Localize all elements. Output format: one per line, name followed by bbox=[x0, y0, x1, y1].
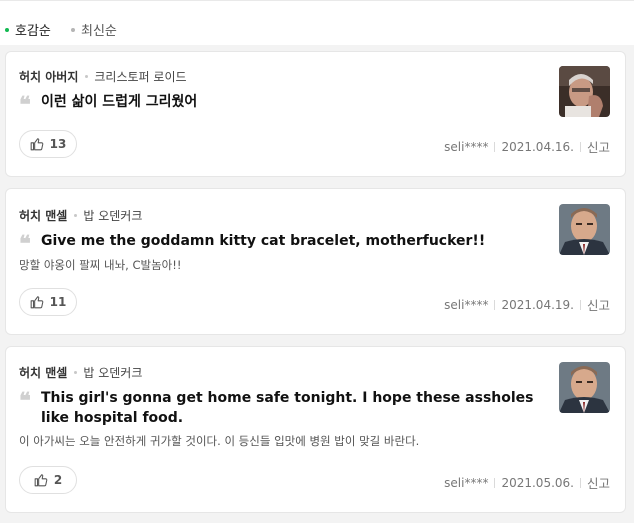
character-name[interactable]: 허치 맨셀 bbox=[19, 207, 67, 224]
quote-mark-icon: ❝ bbox=[19, 388, 31, 414]
sort-by-latest-label: 최신순 bbox=[81, 24, 117, 39]
sort-bar: 호감순 최신순 bbox=[0, 0, 634, 45]
like-button[interactable]: 13 bbox=[19, 130, 77, 158]
man-in-suit-photo-icon bbox=[559, 204, 610, 255]
review-card: 허치 맨셀 밥 오덴커크 ❝ Give me the goddamn kitty… bbox=[5, 188, 626, 335]
separator-dot bbox=[74, 214, 78, 217]
review-footer: seli**** 2021.04.16. 신고 bbox=[444, 137, 610, 156]
user-id: seli**** bbox=[444, 475, 489, 490]
like-count: 11 bbox=[49, 295, 67, 309]
separator-dot bbox=[74, 371, 78, 374]
divider bbox=[579, 299, 581, 310]
divider bbox=[494, 299, 496, 310]
thumbs-up-icon bbox=[30, 296, 43, 309]
like-button[interactable]: 2 bbox=[19, 466, 77, 494]
like-button[interactable]: 11 bbox=[19, 288, 77, 316]
quote-text: 이런 삶이 드럽게 그리웠어 bbox=[41, 94, 198, 110]
thumbs-up-icon bbox=[34, 474, 48, 487]
report-button[interactable]: 신고 bbox=[587, 473, 610, 492]
avatar[interactable] bbox=[559, 66, 610, 117]
like-count: 2 bbox=[53, 473, 63, 487]
review-quote: ❝ This girl's gonna get home safe tonigh… bbox=[19, 388, 535, 428]
divider bbox=[579, 141, 581, 152]
review-quote: ❝ Give me the goddamn kitty cat bracelet… bbox=[19, 231, 535, 257]
active-dot-icon bbox=[5, 27, 9, 32]
old-man-photo-icon bbox=[559, 66, 610, 117]
report-button[interactable]: 신고 bbox=[587, 137, 610, 156]
quote-translation: 이 아가씨는 오늘 안전하게 귀가할 것이다. 이 등신들 입맛에 병원 밥이 … bbox=[19, 434, 420, 448]
actor-name[interactable]: 크리스토퍼 로이드 bbox=[94, 68, 186, 85]
character-name[interactable]: 허치 맨셀 bbox=[19, 364, 67, 381]
user-id: seli**** bbox=[444, 297, 489, 312]
thumbs-up-icon bbox=[30, 138, 43, 151]
character-name[interactable]: 허치 아버지 bbox=[19, 68, 78, 85]
review-meta: 허치 맨셀 밥 오덴커크 bbox=[19, 207, 142, 224]
sort-by-likes-tab[interactable]: 호감순 bbox=[5, 20, 51, 39]
sort-by-latest-tab[interactable]: 최신순 bbox=[71, 20, 117, 39]
quote-text: Give me the goddamn kitty cat bracelet, … bbox=[41, 233, 486, 249]
divider bbox=[494, 141, 496, 152]
report-button[interactable]: 신고 bbox=[587, 295, 610, 314]
avatar[interactable] bbox=[559, 204, 610, 255]
avatar[interactable] bbox=[559, 362, 610, 413]
review-meta: 허치 맨셀 밥 오덴커크 bbox=[19, 364, 142, 381]
review-footer: seli**** 2021.04.19. 신고 bbox=[444, 295, 610, 314]
actor-name[interactable]: 밥 오덴커크 bbox=[83, 207, 142, 224]
review-meta: 허치 아버지 크리스토퍼 로이드 bbox=[19, 68, 187, 85]
sort-by-likes-label: 호감순 bbox=[15, 24, 51, 39]
review-card: 허치 아버지 크리스토퍼 로이드 ❝ 이런 삶이 드럽게 그리웠어 13 sel… bbox=[5, 51, 626, 177]
review-date: 2021.04.19. bbox=[501, 297, 574, 312]
quote-text: This girl's gonna get home safe tonight.… bbox=[41, 390, 534, 426]
quote-translation: 망할 야옹이 팔찌 내놔, C발놈아!! bbox=[19, 258, 182, 272]
divider bbox=[579, 477, 581, 488]
quote-mark-icon: ❝ bbox=[19, 231, 31, 257]
separator-dot bbox=[85, 75, 89, 78]
quote-mark-icon: ❝ bbox=[19, 92, 31, 118]
actor-name[interactable]: 밥 오덴커크 bbox=[83, 364, 142, 381]
review-card: 허치 맨셀 밥 오덴커크 ❝ This girl's gonna get hom… bbox=[5, 346, 626, 513]
review-date: 2021.04.16. bbox=[501, 139, 574, 154]
review-date: 2021.05.06. bbox=[501, 475, 574, 490]
divider bbox=[494, 477, 496, 488]
man-in-suit-photo-icon bbox=[559, 362, 610, 413]
like-count: 13 bbox=[49, 137, 67, 151]
review-quote: ❝ 이런 삶이 드럽게 그리웠어 bbox=[19, 92, 535, 118]
review-footer: seli**** 2021.05.06. 신고 bbox=[444, 473, 610, 492]
user-id: seli**** bbox=[444, 139, 489, 154]
inactive-dot-icon bbox=[71, 27, 75, 32]
